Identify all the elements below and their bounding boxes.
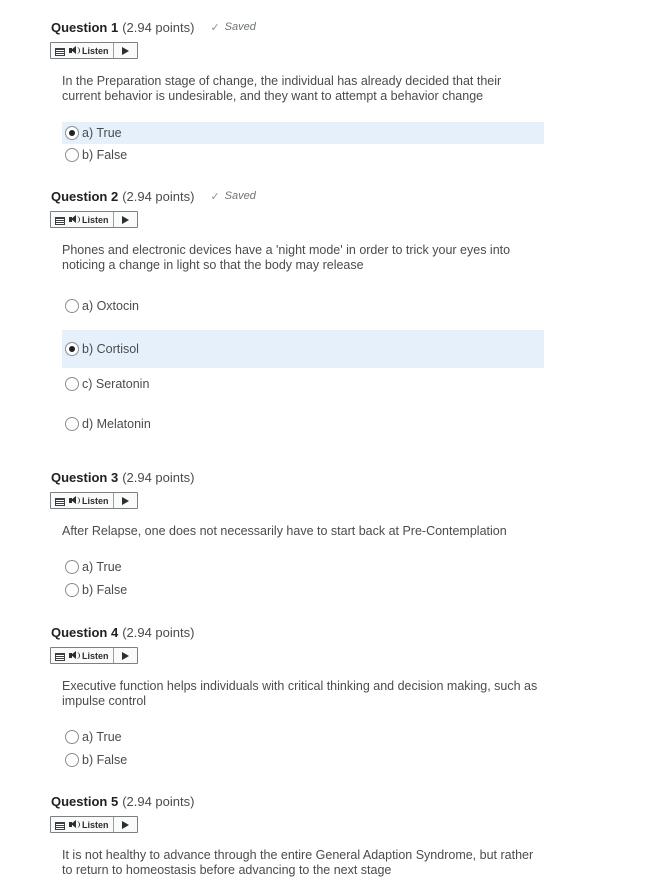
- choice-option[interactable]: a) True: [62, 122, 544, 144]
- play-button[interactable]: [114, 817, 137, 832]
- choice-option[interactable]: b) False: [62, 749, 544, 771]
- saved-label: Saved: [224, 190, 256, 202]
- speaker-icon: [69, 820, 80, 829]
- document-icon: [55, 822, 65, 830]
- choice-option[interactable]: a) True: [62, 726, 544, 748]
- play-icon: [121, 651, 129, 660]
- speaker-icon: [69, 496, 80, 505]
- question-header: Question 4 (2.94 points): [51, 623, 194, 641]
- question-title: Question 3: [51, 469, 119, 485]
- play-button[interactable]: [114, 648, 137, 663]
- question-title: Question 1: [51, 19, 119, 35]
- radio-button[interactable]: [65, 342, 79, 356]
- question-text: Phones and electronic devices have a 'ni…: [62, 243, 511, 272]
- listen-widget: Listen: [50, 42, 138, 59]
- question-header: Question 1 (2.94 points) ✓ Saved: [51, 18, 256, 36]
- question-header: Question 5 (2.94 points): [51, 792, 194, 810]
- play-button[interactable]: [114, 43, 137, 58]
- choice-option[interactable]: b) False: [62, 579, 544, 601]
- listen-widget: Listen: [50, 647, 138, 664]
- choice-option[interactable]: c) Seratonin: [62, 365, 544, 403]
- question-text: After Relapse, one does not necessarily …: [62, 524, 507, 538]
- listen-label: Listen: [82, 495, 109, 506]
- radio-button[interactable]: [65, 730, 79, 744]
- document-icon: [55, 48, 65, 56]
- play-icon: [121, 496, 129, 505]
- listen-button[interactable]: Listen: [67, 817, 114, 832]
- question-points: (2.94 points): [122, 188, 195, 204]
- question-header: Question 3 (2.94 points): [51, 468, 194, 486]
- radio-button[interactable]: [65, 148, 79, 162]
- document-icon: [55, 653, 65, 661]
- listen-label: Listen: [82, 45, 109, 56]
- choice-label: c) Seratonin: [82, 377, 150, 391]
- question-text: It is not healthy to advance through the…: [62, 848, 534, 877]
- listen-button[interactable]: Listen: [67, 493, 114, 508]
- question-title: Question 5: [51, 793, 119, 809]
- choice-label: a) Oxtocin: [82, 299, 139, 313]
- question-text: Executive function helps individuals wit…: [62, 679, 538, 708]
- listen-button[interactable]: Listen: [67, 212, 114, 227]
- radio-button[interactable]: [65, 417, 79, 431]
- question-title: Question 2: [51, 188, 119, 204]
- listen-label: Listen: [82, 819, 109, 830]
- question-title: Question 4: [51, 624, 119, 640]
- saved-status: ✓ Saved: [210, 190, 255, 203]
- listen-widget: Listen: [50, 816, 138, 833]
- radio-button[interactable]: [65, 583, 79, 597]
- choice-label: b) False: [82, 148, 128, 162]
- speaker-icon: [69, 215, 80, 224]
- question-points: (2.94 points): [122, 469, 195, 485]
- choice-label: d) Melatonin: [82, 417, 151, 431]
- listen-label: Listen: [82, 214, 109, 225]
- speaker-icon: [69, 46, 80, 55]
- choice-label: a) True: [82, 560, 122, 574]
- radio-button[interactable]: [65, 377, 79, 391]
- saved-label: Saved: [224, 21, 256, 33]
- radio-button[interactable]: [65, 560, 79, 574]
- document-icon: [55, 498, 65, 506]
- listen-widget: Listen: [50, 211, 138, 228]
- choice-option[interactable]: a) Oxtocin: [62, 287, 544, 325]
- check-icon: ✓: [210, 21, 220, 34]
- choice-option[interactable]: b) False: [62, 144, 544, 166]
- choice-option[interactable]: a) True: [62, 556, 544, 578]
- play-button[interactable]: [114, 212, 137, 227]
- radio-button[interactable]: [65, 753, 79, 767]
- radio-button[interactable]: [65, 299, 79, 313]
- question-text: In the Preparation stage of change, the …: [62, 74, 502, 103]
- play-icon: [121, 820, 129, 829]
- listen-button[interactable]: Listen: [67, 43, 114, 58]
- choice-option[interactable]: d) Melatonin: [62, 405, 544, 443]
- check-icon: ✓: [210, 190, 220, 203]
- listen-button[interactable]: Listen: [67, 648, 114, 663]
- listen-label: Listen: [82, 650, 109, 661]
- question-points: (2.94 points): [122, 624, 195, 640]
- play-icon: [121, 215, 129, 224]
- question-points: (2.94 points): [122, 793, 195, 809]
- listen-widget: Listen: [50, 492, 138, 509]
- question-header: Question 2 (2.94 points) ✓ Saved: [51, 187, 256, 205]
- choice-label: a) True: [82, 730, 122, 744]
- choice-option[interactable]: b) Cortisol: [62, 330, 544, 368]
- saved-status: ✓ Saved: [210, 21, 255, 34]
- play-button[interactable]: [114, 493, 137, 508]
- choice-label: b) Cortisol: [82, 342, 139, 356]
- choice-label: b) False: [82, 583, 128, 597]
- radio-button[interactable]: [65, 126, 79, 140]
- choice-label: a) True: [82, 126, 122, 140]
- speaker-icon: [69, 651, 80, 660]
- play-icon: [121, 46, 129, 55]
- document-icon: [55, 217, 65, 225]
- question-points: (2.94 points): [122, 19, 195, 35]
- choice-label: b) False: [82, 753, 128, 767]
